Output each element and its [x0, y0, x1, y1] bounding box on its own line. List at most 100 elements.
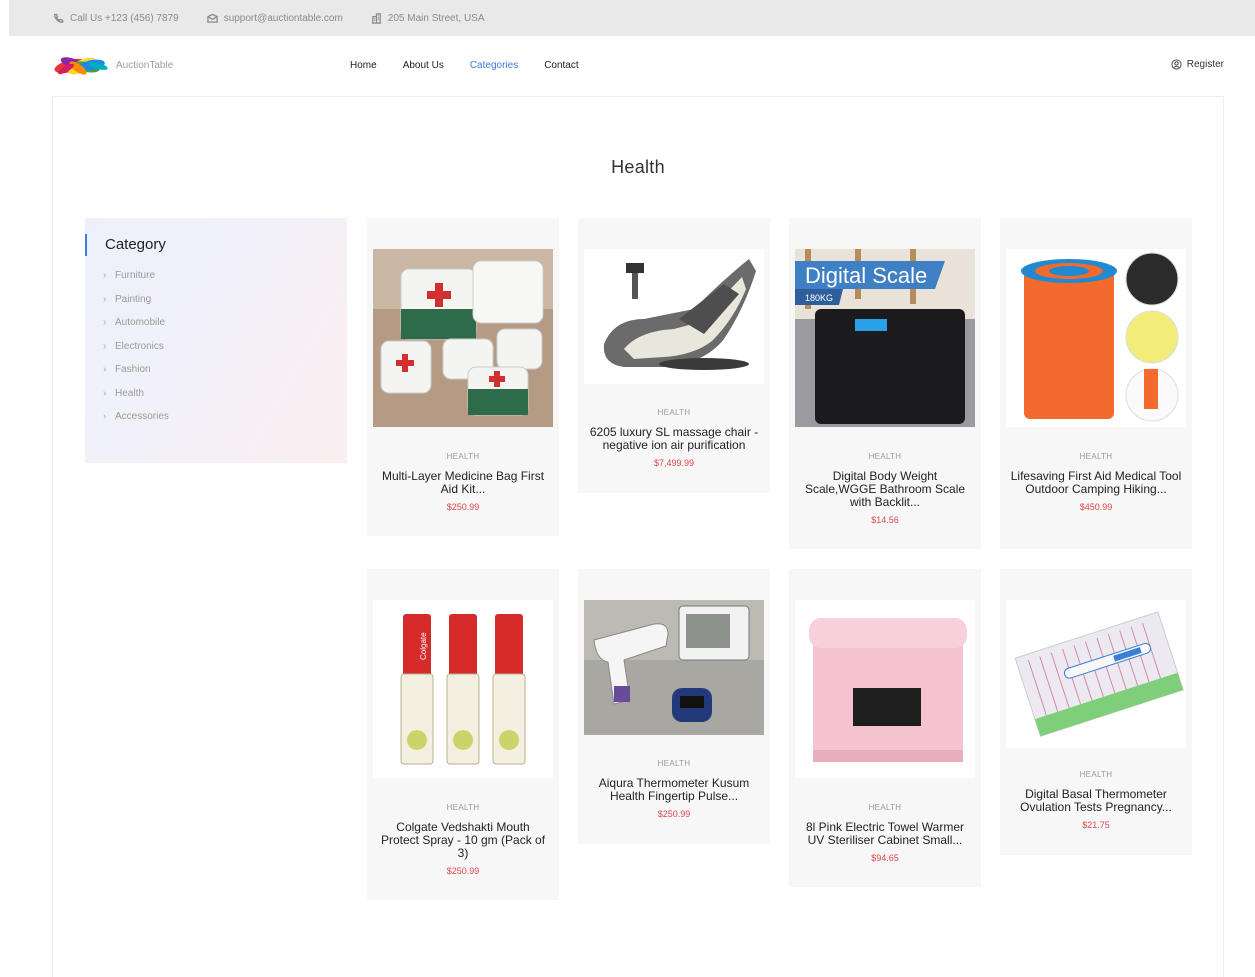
- product-meta: HEALTH Aiqura Thermometer Kusum Health F…: [578, 759, 770, 819]
- product-price: $250.99: [446, 502, 480, 512]
- chevron-right-icon: ›: [103, 293, 107, 305]
- product-card[interactable]: Colgate HEALTH Colgate Vedshakti Mouth P…: [367, 569, 559, 900]
- product-card[interactable]: HEALTH Aiqura Thermometer Kusum Health F…: [578, 569, 770, 844]
- product-image-mouth-spray[interactable]: Colgate: [373, 600, 553, 778]
- product-price: $21.75: [1082, 820, 1110, 830]
- product-card[interactable]: HEALTH 8l Pink Electric Towel Warmer UV …: [789, 569, 981, 887]
- category-list: › Furniture › Painting › Automobile › Electr…: [103, 268, 169, 433]
- category-item-label: Automobile: [115, 317, 166, 328]
- chevron-right-icon: ›: [103, 364, 107, 375]
- product-name[interactable]: 8l Pink Electric Towel Warmer UV Sterili…: [799, 821, 971, 847]
- product-image-massage-chair[interactable]: [584, 249, 764, 384]
- topbar-address-text: 205 Main Street, USA: [387, 12, 485, 24]
- nav-about-us[interactable]: About Us: [403, 60, 444, 71]
- register-link[interactable]: Register: [1171, 59, 1224, 70]
- product-card[interactable]: HEALTH Lifesaving First Aid Medical Tool…: [1000, 218, 1192, 549]
- product-card[interactable]: HEALTH Digital Basal Thermometer Ovulati…: [1000, 569, 1192, 855]
- product-category: HEALTH: [1079, 452, 1113, 461]
- product-card[interactable]: HEALTH 6205 luxury SL massage chair - ne…: [578, 218, 770, 493]
- topbar-email-text: support@auctiontable.com: [223, 12, 343, 24]
- product-card[interactable]: Digital Scale 180KG HEALTH Digital Body …: [789, 218, 981, 549]
- product-category: HEALTH: [1079, 770, 1113, 779]
- category-item-label: Furniture: [115, 270, 156, 281]
- logo-flower-icon: [54, 57, 108, 75]
- category-item-automobile[interactable]: › Automobile: [103, 315, 169, 339]
- product-name[interactable]: Aiqura Thermometer Kusum Health Fingerti…: [588, 777, 760, 803]
- nav-home[interactable]: Home: [350, 60, 377, 71]
- product-meta: HEALTH Digital Basal Thermometer Ovulati…: [1000, 770, 1192, 830]
- category-sidebar: Category › Furniture › Painting › Automobil…: [85, 218, 347, 463]
- product-image-basal-thermometer[interactable]: [1006, 600, 1186, 748]
- product-meta: HEALTH 6205 luxury SL massage chair - ne…: [578, 408, 770, 468]
- product-name[interactable]: Lifesaving First Aid Medical Tool Outdoo…: [1010, 470, 1182, 496]
- main-navbar: AuctionTable Home About Us Categories Co…: [0, 36, 1255, 96]
- product-name[interactable]: 6205 luxury SL massage chair - negative …: [588, 426, 760, 452]
- building-icon: [371, 12, 381, 24]
- category-item-label: Painting: [115, 293, 152, 305]
- chevron-right-icon: ›: [103, 270, 107, 281]
- topbar-address: 205 Main Street, USA: [371, 13, 485, 24]
- scale-image-title: Digital Scale: [805, 263, 928, 288]
- spray-brand-label: Colgate: [419, 632, 428, 660]
- product-category: HEALTH: [446, 452, 480, 461]
- product-name[interactable]: Multi-Layer Medicine Bag First Aid Kit..…: [377, 470, 549, 496]
- brand-logo[interactable]: AuctionTable: [52, 52, 173, 80]
- product-image-digital-scale[interactable]: Digital Scale 180KG: [795, 249, 975, 427]
- product-price: $250.99: [657, 809, 691, 819]
- product-price: $7,499.99: [653, 458, 695, 468]
- splint-image: [1006, 249, 1186, 427]
- product-name[interactable]: Digital Body Weight Scale,WGGE Bathroom …: [799, 470, 971, 509]
- register-label: Register: [1186, 59, 1224, 70]
- product-image-towel-warmer[interactable]: [795, 600, 975, 778]
- scale-image-subtitle: 180KG: [805, 293, 834, 303]
- product-price: $250.99: [446, 866, 480, 876]
- topbar-phone[interactable]: Call Us +123 (456) 7879: [53, 13, 179, 24]
- top-info-bar: Call Us +123 (456) 7879 support@auctiont…: [9, 0, 1255, 36]
- product-meta: HEALTH Colgate Vedshakti Mouth Protect S…: [367, 803, 559, 876]
- user-icon: [1171, 59, 1182, 70]
- chevron-right-icon: ›: [103, 411, 107, 422]
- category-item-fashion[interactable]: › Fashion: [103, 362, 169, 386]
- chevron-right-icon: ›: [103, 317, 107, 328]
- product-price: $94.65: [871, 853, 899, 863]
- product-image-thermometer-set[interactable]: [584, 600, 764, 735]
- thermometer-set-image: [584, 600, 764, 735]
- category-item-painting[interactable]: › Painting: [103, 292, 169, 316]
- category-item-health[interactable]: › Health: [103, 386, 169, 410]
- product-name[interactable]: Digital Basal Thermometer Ovulation Test…: [1010, 788, 1182, 814]
- phone-icon: [54, 13, 64, 23]
- product-image-medicine-bag[interactable]: [373, 249, 553, 427]
- product-image-splint[interactable]: [1006, 249, 1186, 427]
- product-meta: HEALTH Digital Body Weight Scale,WGGE Ba…: [789, 452, 981, 525]
- topbar-phone-text: Call Us +123 (456) 7879: [70, 12, 179, 24]
- product-card[interactable]: HEALTH Multi-Layer Medicine Bag First Ai…: [367, 218, 559, 536]
- main-menu: Home About Us Categories Contact: [350, 60, 605, 71]
- product-meta: HEALTH Lifesaving First Aid Medical Tool…: [1000, 452, 1192, 512]
- nav-contact[interactable]: Contact: [544, 60, 578, 71]
- product-category: HEALTH: [868, 803, 902, 812]
- product-meta: HEALTH 8l Pink Electric Towel Warmer UV …: [789, 803, 981, 863]
- mail-icon: [206, 13, 218, 23]
- category-item-furniture[interactable]: › Furniture: [103, 268, 169, 292]
- chevron-right-icon: ›: [103, 340, 107, 352]
- product-price: $14.56: [871, 515, 899, 525]
- category-item-accessories[interactable]: › Accessories: [103, 409, 169, 433]
- page-title: Health: [611, 157, 665, 177]
- category-item-electronics[interactable]: › Electronics: [103, 339, 169, 363]
- category-item-label: Fashion: [115, 364, 151, 375]
- category-item-label: Health: [115, 387, 144, 399]
- massage-chair-image: [584, 249, 764, 384]
- product-price: $450.99: [1079, 502, 1113, 512]
- content-area: Health Category › Furniture › Painting › Au…: [52, 96, 1224, 977]
- sidebar-title: Category: [85, 234, 166, 256]
- nav-categories[interactable]: Categories: [470, 60, 518, 71]
- topbar-email[interactable]: support@auctiontable.com: [206, 12, 343, 24]
- product-category: HEALTH: [657, 408, 691, 417]
- category-item-label: Electronics: [115, 340, 164, 352]
- product-name[interactable]: Colgate Vedshakti Mouth Protect Spray - …: [377, 821, 549, 860]
- category-item-label: Accessories: [115, 411, 169, 422]
- basal-thermometer-image: [1006, 600, 1186, 748]
- chevron-right-icon: ›: [103, 387, 107, 399]
- medicine-bag-image: [373, 249, 553, 427]
- product-category: HEALTH: [657, 759, 691, 768]
